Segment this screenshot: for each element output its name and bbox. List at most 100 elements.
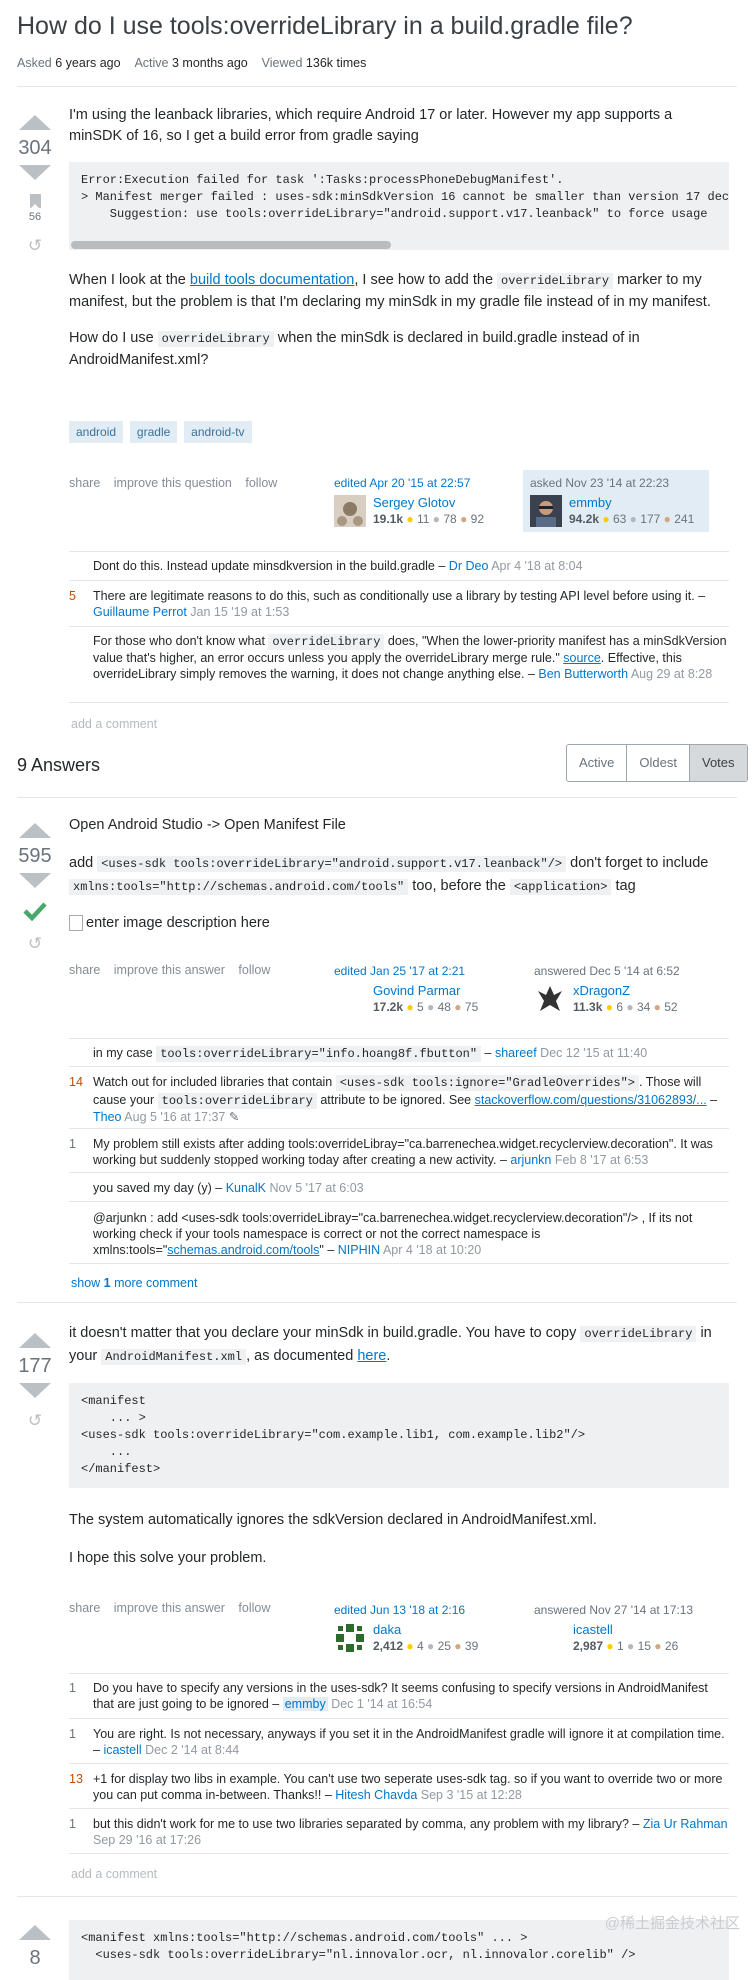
stackoverflow-link[interactable]: stackoverflow.com/questions/31062893/... (475, 1093, 707, 1107)
code-scrollbar[interactable] (69, 240, 729, 250)
comment-date[interactable]: Aug 29 at 8:28 (631, 667, 712, 681)
edited-time[interactable]: edited Jan 25 '17 at 2:21 (334, 964, 506, 978)
comment-user[interactable]: KunalK (226, 1181, 266, 1195)
upvote-icon[interactable] (19, 1925, 51, 1940)
share-link[interactable]: share (69, 476, 100, 490)
comment-date[interactable]: Sep 29 '16 at 17:26 (93, 1833, 201, 1847)
tag-android[interactable]: android (69, 421, 124, 443)
comment-user[interactable]: Hitesh Chavda (335, 1788, 417, 1802)
user-name[interactable]: daka (373, 1622, 401, 1637)
comment-user[interactable]: Theo (93, 1110, 122, 1124)
comment-date[interactable]: Dec 12 '15 at 11:40 (540, 1046, 647, 1060)
comment: @arjunkn : add <uses-sdk tools:overrideL… (93, 1211, 693, 1257)
user-name[interactable]: icastell (573, 1622, 613, 1637)
viewed-value: 136k times (305, 56, 367, 70)
downvote-icon[interactable] (19, 873, 51, 888)
history-icon[interactable]: ↺ (26, 935, 44, 953)
edited-time[interactable]: edited Apr 20 '15 at 22:57 (334, 476, 506, 490)
inline-code: <application> (509, 879, 612, 895)
follow-link[interactable]: follow (238, 1601, 270, 1615)
avatar[interactable] (530, 495, 562, 527)
improve-link[interactable]: improve this question (114, 476, 232, 490)
follow-link[interactable]: follow (238, 963, 270, 977)
avatar[interactable] (334, 1622, 366, 1654)
question-paragraph-1: I'm using the leanback libraries, which … (69, 107, 673, 144)
upvote-icon[interactable] (19, 115, 51, 130)
improve-link[interactable]: improve this answer (114, 963, 225, 977)
answer-vote-column: 8 (13, 1925, 57, 1975)
upvote-icon[interactable] (19, 823, 51, 838)
active-value[interactable]: 3 months ago (172, 56, 248, 70)
history-icon[interactable]: ↺ (26, 237, 44, 255)
comment-date[interactable]: Aug 5 '16 at 17:37 (124, 1110, 225, 1124)
comment-date[interactable]: Jan 15 '19 at 1:53 (190, 605, 289, 619)
edited-card: edited Jun 13 '18 at 2:16 daka 2,412 ● 4… (327, 1597, 513, 1659)
schemas-link[interactable]: schemas.android.com/tools (167, 1243, 319, 1257)
edited-time[interactable]: edited Jun 13 '18 at 2:16 (334, 1603, 506, 1617)
comment-user[interactable]: NIPHIN (338, 1243, 380, 1257)
question-title[interactable]: How do I use tools:overrideLibrary in a … (17, 12, 633, 41)
here-link[interactable]: here (357, 1348, 386, 1364)
improve-link[interactable]: improve this answer (114, 1601, 225, 1615)
user-name[interactable]: Govind Parmar (373, 983, 460, 998)
code-scrollbar-thumb[interactable] (71, 241, 391, 249)
history-icon[interactable]: ↺ (26, 1412, 44, 1430)
comment-user[interactable]: icastell (103, 1743, 141, 1757)
bookmark-icon[interactable] (29, 194, 41, 209)
watermark: @稀土掘金技术社区 (604, 1915, 740, 1932)
comment-user[interactable]: shareef (495, 1046, 537, 1060)
user-name[interactable]: emmby (569, 495, 612, 510)
comment-divider (69, 1263, 729, 1264)
tab-votes[interactable]: Votes (689, 745, 747, 781)
comment-user[interactable]: emmby (282, 1697, 328, 1711)
follow-link[interactable]: follow (245, 476, 277, 490)
show-more-comments-link[interactable]: show 1 more comment (71, 1276, 197, 1290)
comment-score: 5 (69, 589, 76, 603)
answer-post-menu: share improve this answer follow (69, 1601, 280, 1615)
add-comment-link[interactable]: add a comment (71, 1867, 157, 1881)
user-name[interactable]: xDragonZ (573, 983, 630, 998)
comment: 14 Watch out for included libraries that… (69, 1075, 718, 1124)
avatar[interactable] (334, 495, 366, 527)
comment-date[interactable]: Apr 4 '18 at 8:04 (491, 559, 582, 573)
comment-user[interactable]: arjunkn (510, 1153, 551, 1167)
comment-date[interactable]: Dec 1 '14 at 16:54 (331, 1697, 432, 1711)
answer-body: Open Android Studio -> Open Manifest Fil… (69, 815, 729, 934)
comment-user[interactable]: Zia Ur Rahman (643, 1817, 728, 1831)
tab-oldest[interactable]: Oldest (627, 745, 690, 781)
comment-score: 1 (69, 1727, 76, 1741)
comment-date[interactable]: Sep 3 '15 at 12:28 (421, 1788, 522, 1802)
comment-date[interactable]: Dec 2 '14 at 8:44 (145, 1743, 239, 1757)
upvote-icon[interactable] (19, 1333, 51, 1348)
source-link[interactable]: source (563, 651, 601, 665)
header-divider (17, 86, 737, 87)
answered-time: answered Dec 5 '14 at 6:52 (534, 964, 680, 978)
comment-date[interactable]: Apr 4 '18 at 10:20 (383, 1243, 481, 1257)
share-link[interactable]: share (69, 1601, 100, 1615)
comment-user[interactable]: Guillaume Perrot (93, 605, 187, 619)
answer-code-block: <manifest ... > <uses-sdk tools:override… (69, 1383, 729, 1488)
comment-user[interactable]: Dr Deo (449, 559, 489, 573)
comments-divider (69, 1673, 729, 1674)
comment-date[interactable]: Feb 8 '17 at 6:53 (555, 1153, 648, 1167)
downvote-icon[interactable] (19, 165, 51, 180)
build-tools-doc-link[interactable]: build tools documentation (190, 272, 354, 288)
comment: 13 +1 for display two libs in example. Y… (69, 1772, 723, 1802)
downvote-icon[interactable] (19, 1383, 51, 1398)
question-paragraph-2: When I look at the build tools documenta… (69, 272, 711, 310)
tab-active[interactable]: Active (567, 745, 628, 781)
tag-gradle[interactable]: gradle (129, 421, 178, 443)
share-link[interactable]: share (69, 963, 100, 977)
broken-image[interactable]: enter image description here (69, 913, 729, 934)
add-comment-link[interactable]: add a comment (71, 717, 157, 731)
tag-android-tv[interactable]: android-tv (184, 421, 252, 443)
comment-score: 1 (69, 1681, 76, 1695)
answered-time: answered Nov 27 '14 at 17:13 (534, 1603, 694, 1617)
accepted-check-icon (23, 902, 47, 922)
comment-date[interactable]: Nov 5 '17 at 6:03 (270, 1181, 364, 1195)
answer-vote-count: 8 (29, 1947, 41, 1969)
comment-user[interactable]: Ben Butterworth (538, 667, 628, 681)
user-name[interactable]: Sergey Glotov (373, 495, 455, 510)
avatar[interactable] (534, 983, 566, 1015)
comment-divider (69, 1718, 729, 1719)
